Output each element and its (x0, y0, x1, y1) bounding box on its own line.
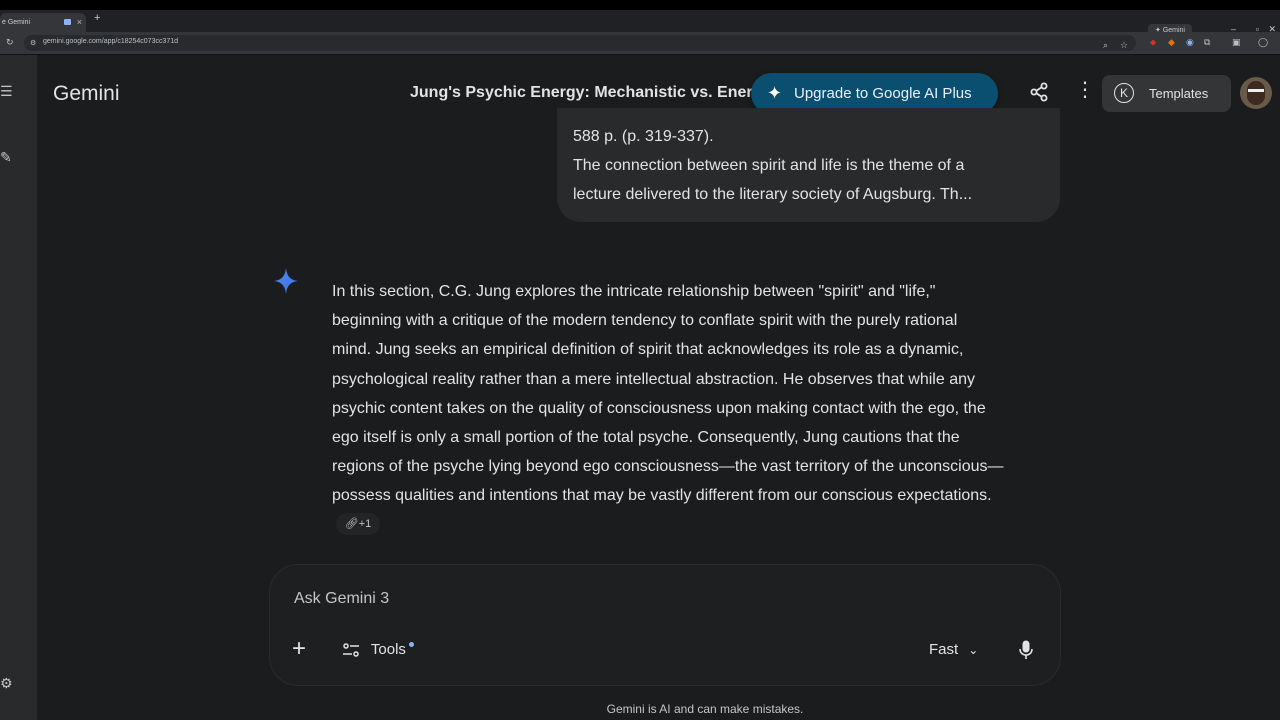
extension-icon[interactable]: ◆ (1168, 37, 1175, 48)
more-options-icon[interactable]: ⋮ (1075, 80, 1095, 100)
menu-icon[interactable]: ☰ (0, 83, 13, 100)
extension-icon[interactable]: ◉ (1186, 37, 1194, 48)
sidebar: ☰ ✎ ⚙ (0, 55, 37, 720)
response-line: In this section, C.G. Jung explores the … (332, 283, 936, 300)
new-chat-icon[interactable]: ✎ (0, 149, 12, 166)
sources-chip[interactable]: 🔗︎+1 (336, 513, 380, 535)
screen-top-bar (0, 0, 1280, 10)
gemini-logo-text[interactable]: Gemini (53, 82, 120, 106)
url-text: gemini.google.com/app/c18254c073cc371d (43, 38, 179, 45)
tab-close-icon[interactable]: × (77, 13, 82, 32)
avatar[interactable] (1240, 77, 1272, 109)
model-response: In this section, C.G. Jung explores the … (332, 277, 1067, 511)
response-line: psychological reality rather than a mere… (332, 370, 975, 388)
tab-media-icon (64, 19, 71, 25)
response-line: mind. Jung seeks an empirical definition… (332, 341, 964, 359)
response-line: psychic content takes on the quality of … (332, 399, 986, 417)
browser-tab-strip: e Gemini × + ✦ Gemini – ▫ ✕ (0, 10, 1280, 37)
upgrade-label: Upgrade to Google AI Plus (794, 85, 972, 102)
user-message-bubble[interactable]: 588 p. (p. 319-337). The connection betw… (557, 108, 1060, 222)
browser-tab-title: e Gemini (2, 19, 31, 26)
link-icon: 🔗︎ (344, 518, 359, 530)
user-message-line: 588 p. (p. 319-337). (573, 128, 714, 145)
templates-label: Templates (1149, 86, 1209, 101)
user-message-line: The connection between spirit and life i… (573, 157, 965, 174)
avatar-glasses (1248, 89, 1264, 92)
mode-selector[interactable]: Fast ⌄ (929, 641, 978, 658)
extensions-puzzle-icon[interactable]: ⧉ (1204, 37, 1210, 48)
prompt-input-placeholder[interactable]: Ask Gemini 3 (294, 590, 389, 608)
reload-icon[interactable]: ↻ (6, 37, 14, 48)
share-icon[interactable] (1029, 82, 1049, 102)
microphone-icon[interactable] (1019, 640, 1033, 660)
tools-button[interactable]: Tools (343, 641, 414, 658)
user-message-line: lecture delivered to the literary societ… (573, 186, 973, 203)
chevron-down-icon: ⌄ (968, 643, 979, 657)
response-line: beginning with a critique of the modern … (332, 312, 958, 330)
response-line: regions of the psyche lying beyond ego c… (332, 458, 1004, 476)
gemini-sparkle-icon (274, 268, 298, 294)
tools-new-indicator (408, 642, 414, 647)
settings-gear-icon[interactable]: ⚙ (0, 675, 13, 692)
browser-tab[interactable]: e Gemini × (0, 13, 86, 32)
add-attachment-icon[interactable]: + (292, 637, 306, 661)
response-line: ego itself is only a small portion of th… (332, 429, 960, 447)
browser-toolbar: ↻ ⚙ gemini.google.com/app/c18254c073cc37… (0, 32, 1280, 54)
mode-label: Fast (929, 641, 959, 658)
bookmark-star-icon[interactable]: ☆ (1120, 40, 1128, 51)
site-info-icon[interactable]: ⚙ (30, 39, 36, 47)
side-panel-icon[interactable]: ▣ (1232, 37, 1241, 48)
response-line: possess qualities and intentions that ma… (332, 487, 992, 505)
zoom-icon[interactable]: ⌕ (1103, 40, 1108, 51)
avatar-face (1247, 81, 1265, 105)
extension-icon[interactable]: ⬥ (1150, 37, 1156, 48)
sources-count: +1 (358, 518, 372, 530)
tools-sliders-icon (343, 643, 359, 657)
ai-disclaimer: Gemini is AI and can make mistakes. (606, 702, 804, 716)
new-tab-button[interactable]: + (94, 12, 100, 24)
conversation-title[interactable]: Jung's Psychic Energy: Mechanistic vs. E… (410, 84, 755, 102)
templates-k-icon: K (1114, 83, 1134, 103)
templates-button[interactable]: K Templates (1102, 75, 1231, 112)
profile-icon[interactable]: ◯ (1258, 37, 1268, 48)
address-bar[interactable]: ⚙ gemini.google.com/app/c18254c073cc371d… (24, 35, 1136, 51)
prompt-input-box[interactable]: Ask Gemini 3 + Tools Fast ⌄ (270, 565, 1060, 685)
tools-label: Tools (370, 641, 406, 658)
